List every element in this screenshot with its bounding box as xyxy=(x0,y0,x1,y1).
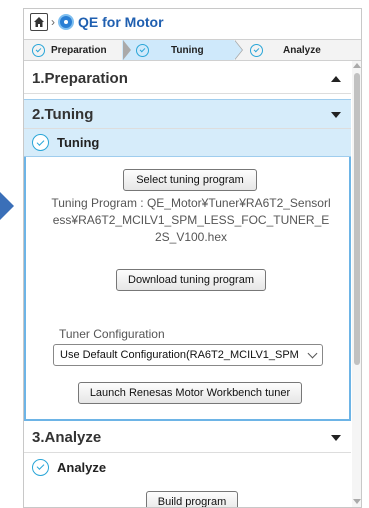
section-title: 3.Analyze xyxy=(32,429,102,446)
check-circle-icon xyxy=(32,134,49,151)
expand-caret-icon xyxy=(331,112,341,118)
section-title: 2.Tuning xyxy=(32,105,94,123)
build-program-button[interactable]: Build program xyxy=(146,491,238,507)
vertical-scrollbar[interactable] xyxy=(352,61,361,507)
step-preparation[interactable]: Preparation xyxy=(24,40,131,60)
launch-workbench-tuner-button[interactable]: Launch Renesas Motor Workbench tuner xyxy=(78,382,302,404)
breadcrumb-separator-icon: › xyxy=(51,15,55,29)
chevron-down-icon xyxy=(307,348,318,359)
pointer-arrow-icon xyxy=(0,192,14,220)
tuning-program-path: Tuning Program : QE_Motor¥Tuner¥RA6T2_Se… xyxy=(51,196,331,244)
tuning-subheader: Tuning xyxy=(24,129,351,157)
analyze-subheader: Analyze xyxy=(24,453,351,481)
select-value: Use Default Configuration(RA6T2_MCILV1_S… xyxy=(60,349,299,361)
tuning-body: Select tuning program Tuning Program : Q… xyxy=(24,157,351,421)
subheader-title: Tuning xyxy=(57,135,100,150)
section-preparation-header[interactable]: 1.Preparation xyxy=(24,64,351,94)
check-circle-icon xyxy=(32,458,49,476)
section-analyze-header[interactable]: 3.Analyze xyxy=(24,423,351,453)
tuner-config-label: Tuner Configuration xyxy=(59,327,165,341)
section-title: 1.Preparation xyxy=(32,70,128,87)
step-tuning[interactable]: Tuning xyxy=(122,40,243,60)
breadcrumb: › QE for Motor xyxy=(24,9,361,35)
scroll-up-arrow-icon[interactable] xyxy=(353,63,361,68)
subheader-title: Analyze xyxy=(57,459,107,475)
select-tuning-program-button[interactable]: Select tuning program xyxy=(123,169,257,191)
scrollbar-thumb[interactable] xyxy=(354,73,360,365)
breadcrumb-title[interactable]: QE for Motor xyxy=(78,14,164,30)
scroll-down-arrow-icon[interactable] xyxy=(353,499,361,504)
tuner-config-select[interactable]: Use Default Configuration(RA6T2_MCILV1_S… xyxy=(53,344,323,366)
step-check-icon xyxy=(250,43,263,57)
home-icon[interactable] xyxy=(30,13,48,31)
qe-logo-icon xyxy=(58,14,74,30)
step-check-icon xyxy=(136,43,149,57)
section-tuning-header[interactable]: 2.Tuning xyxy=(24,99,351,129)
step-label: Analyze xyxy=(283,44,321,56)
step-check-icon xyxy=(32,43,45,57)
step-label: Tuning xyxy=(171,44,204,56)
step-label: Preparation xyxy=(51,44,107,56)
step-analyze[interactable]: Analyze xyxy=(234,40,354,60)
download-tuning-program-button[interactable]: Download tuning program xyxy=(116,269,266,291)
collapse-caret-icon xyxy=(331,76,341,82)
expand-caret-icon xyxy=(331,435,341,441)
step-bar: Preparation Tuning Analyze xyxy=(24,39,361,61)
qe-motor-panel: › QE for Motor Preparation Tuning Analyz… xyxy=(23,8,362,508)
